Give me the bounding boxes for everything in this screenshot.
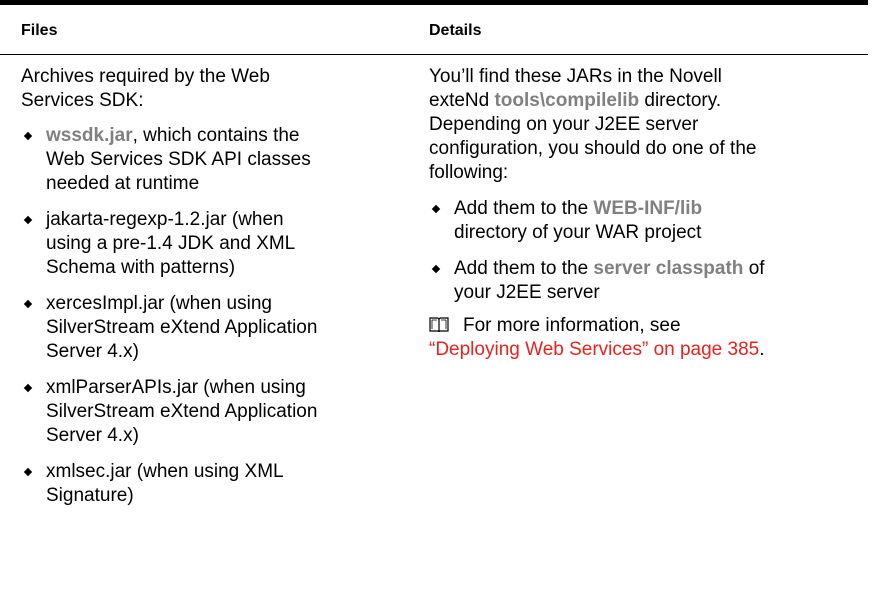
file-requirements-table: Files Details Archives required by the W… — [0, 0, 868, 593]
list-item-wssdk: wssdk.jar, which contains the Web Servic… — [21, 124, 406, 196]
details-column: You’ll find these JARs in the Novell ext… — [429, 65, 869, 362]
files-column: Archives required by the Web Services SD… — [21, 65, 406, 508]
list-item-text: xercesImpl.jar (when using — [46, 293, 272, 314]
more-info-note: For more information, see “Deploying Web… — [429, 314, 869, 362]
more-info-text: For more information, see — [463, 315, 681, 336]
diamond-bullet-icon — [431, 264, 441, 274]
list-item-text: xmlsec.jar (when using XML — [46, 461, 284, 482]
list-item-text: Server 4.x) — [46, 341, 139, 362]
details-intro: You’ll find these JARs in the Novell ext… — [429, 65, 869, 185]
book-icon — [429, 317, 449, 333]
list-item-text: Web Services SDK API classes — [46, 149, 311, 170]
header-divider-rule — [0, 54, 868, 55]
diamond-bullet-icon — [431, 204, 441, 214]
more-info-period: . — [759, 339, 765, 360]
archive-list: wssdk.jar, which contains the Web Servic… — [21, 124, 406, 508]
deploying-web-services-link[interactable]: “Deploying Web Services” on page 385 — [429, 339, 759, 360]
list-item-text: SilverStream eXtend Application — [46, 401, 318, 422]
compilelib-path: tools\compilelib — [494, 90, 640, 111]
table-top-rule — [0, 0, 868, 5]
list-item-text: xmlParserAPIs.jar (when using — [46, 377, 306, 398]
list-item-text: Add them to the — [454, 258, 594, 279]
list-item-text: using a pre-1.4 JDK and XML — [46, 233, 296, 254]
list-item-text: jakarta-regexp-1.2.jar (when — [46, 209, 284, 230]
diamond-bullet-icon — [23, 131, 33, 141]
files-intro-line: Services SDK: — [21, 90, 144, 111]
details-column-header: Details — [429, 22, 482, 39]
list-item-xmlsec: xmlsec.jar (when using XML Signature) — [21, 460, 406, 508]
web-inf-lib-path: WEB-INF/lib — [593, 198, 703, 219]
diamond-bullet-icon — [23, 467, 33, 477]
list-item-text: Add them to the — [454, 198, 594, 219]
list-item-text: directory of your WAR project — [454, 222, 702, 243]
list-item-text: , which contains the — [132, 125, 300, 146]
files-intro-line: Archives required by the Web — [21, 66, 270, 87]
list-item-xmlparserapis: xmlParserAPIs.jar (when using SilverStre… — [21, 376, 406, 448]
list-item-xercesimpl: xercesImpl.jar (when using SilverStream … — [21, 292, 406, 364]
server-classpath-term: server classpath — [593, 258, 744, 279]
details-intro-line: Depending on your J2EE server — [429, 114, 699, 135]
list-item-text: SilverStream eXtend Application — [46, 317, 318, 338]
list-item-server-classpath: Add them to the server classpath of your… — [429, 257, 869, 305]
deployment-options-list: Add them to the WEB-INF/lib directory of… — [429, 197, 869, 305]
details-intro-text: directory. — [639, 90, 722, 111]
files-column-header: Files — [21, 22, 58, 39]
wssdk-jar-name: wssdk.jar — [46, 125, 133, 146]
diamond-bullet-icon — [23, 299, 33, 309]
details-intro-text: exteNd — [429, 90, 495, 111]
details-intro-line: configuration, you should do one of the — [429, 138, 757, 159]
list-item-text: Signature) — [46, 485, 134, 506]
diamond-bullet-icon — [23, 215, 33, 225]
files-intro: Archives required by the Web Services SD… — [21, 65, 406, 113]
list-item-jakarta-regexp: jakarta-regexp-1.2.jar (when using a pre… — [21, 208, 406, 280]
details-intro-line: You’ll find these JARs in the Novell — [429, 66, 722, 87]
details-intro-line: following: — [429, 162, 509, 183]
list-item-text: needed at runtime — [46, 173, 200, 194]
list-item-text: your J2EE server — [454, 282, 600, 303]
list-item-text: of — [743, 258, 765, 279]
list-item-web-inf-lib: Add them to the WEB-INF/lib directory of… — [429, 197, 869, 245]
diamond-bullet-icon — [23, 383, 33, 393]
list-item-text: Server 4.x) — [46, 425, 139, 446]
list-item-text: Schema with patterns) — [46, 257, 236, 278]
